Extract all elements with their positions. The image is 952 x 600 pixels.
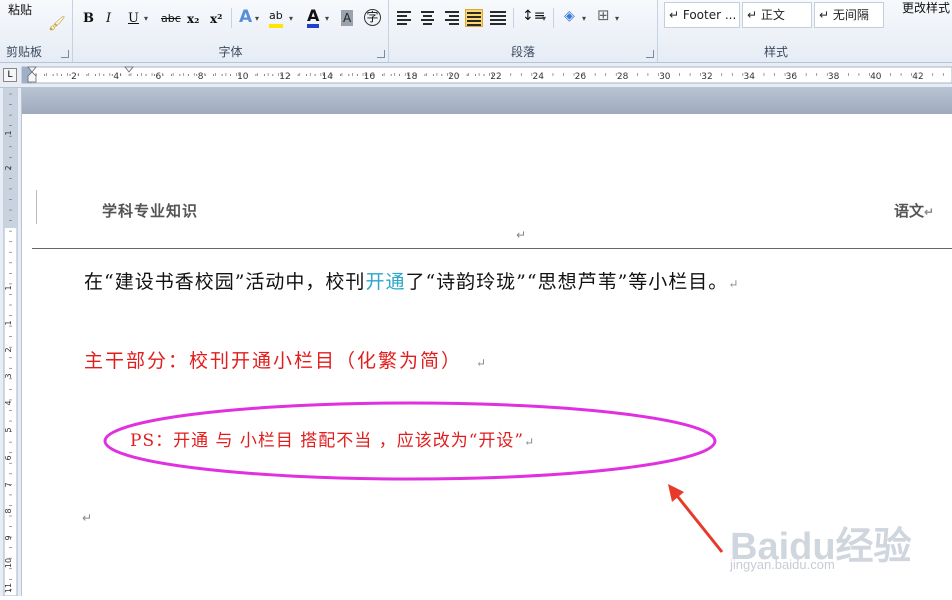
red-arrow-icon (668, 484, 724, 553)
watermark-url: jingyan.baidu.com (730, 557, 835, 572)
annotation-overlay (103, 401, 724, 553)
highlight-ellipse (103, 401, 717, 481)
